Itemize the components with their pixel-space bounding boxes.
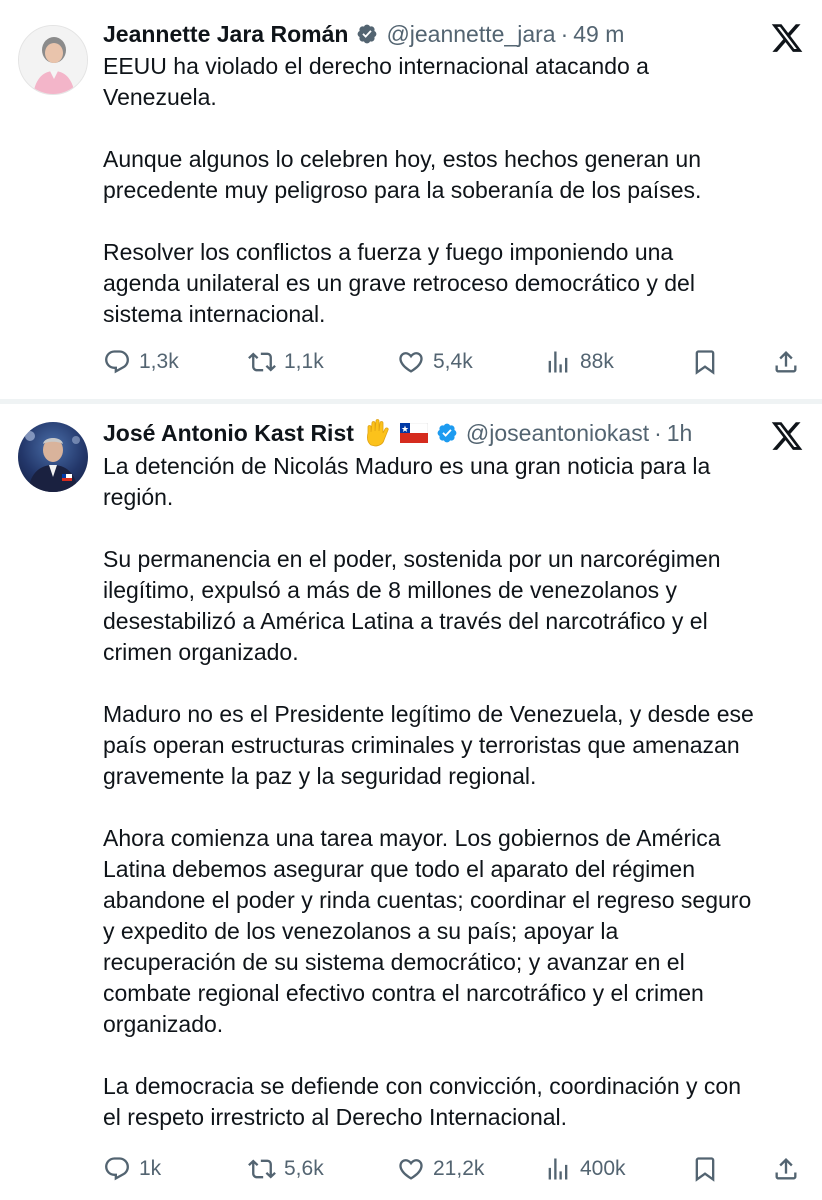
paragraph: La democracia se defiende con convicción… — [103, 1071, 803, 1133]
like-count: 21,2k — [433, 1157, 485, 1180]
tweet-jose-antonio-kast[interactable]: José Antonio Kast Rist @joseantoniokast … — [0, 403, 822, 1200]
text-line: Maduro no es el Presidente legítimo de V… — [103, 701, 754, 727]
text-line: Su permanencia en el poder, sostenida po… — [103, 546, 721, 572]
text-line: sistema internacional. — [103, 301, 326, 327]
x-logo-icon — [770, 419, 804, 453]
views-button[interactable]: 400k — [544, 1149, 626, 1189]
text-line: La detención de Nicolás Maduro es una gr… — [103, 453, 711, 479]
tweet-jeannette-jara[interactable]: Jeannette Jara Román @jeannette_jara · 4… — [0, 0, 822, 400]
text-line: gravemente la paz y la seguridad regiona… — [103, 763, 537, 789]
text-line: el respeto irrestricto al Derecho Intern… — [103, 1104, 568, 1130]
like-icon — [399, 1159, 423, 1180]
text-line: precedente muy peligroso para la soberan… — [103, 177, 702, 203]
repost-count: 1,1k — [284, 350, 324, 373]
repost-button[interactable]: 5,6k — [248, 1149, 324, 1189]
tweet-header: José Antonio Kast Rist @joseantoniokast … — [103, 416, 822, 450]
text-line: ilegítimo, expulsó a más de 8 millones d… — [103, 577, 678, 603]
timestamp[interactable]: 49 m — [573, 21, 624, 48]
chile-flag-emoji — [399, 423, 428, 443]
action-bar: 1k 5,6k 21,2k 400k — [103, 1149, 822, 1189]
text-line: región. — [103, 484, 174, 510]
bookmark-icon — [695, 1157, 715, 1182]
share-icon — [775, 1158, 797, 1180]
paragraph: Resolver los conflictos a fuerza y fuego… — [103, 237, 803, 330]
reply-button[interactable]: 1,3k — [103, 342, 179, 382]
text-line: Latina debemos asegurar que todo el apar… — [103, 856, 696, 882]
text-line: agenda unilateral es un grave retroceso … — [103, 270, 695, 296]
views-count: 400k — [580, 1157, 626, 1180]
text-line: y expedito de los venezolanos a su país;… — [103, 918, 619, 944]
separator-dot: · — [654, 419, 662, 446]
text-line: Aunque algunos lo celebren hoy, estos he… — [103, 146, 702, 172]
share-button[interactable] — [772, 342, 800, 382]
raised-hand-emoji — [362, 418, 392, 448]
repost-button[interactable]: 1,1k — [248, 342, 324, 382]
like-button[interactable]: 5,4k — [397, 342, 473, 382]
text-line: país operan estructuras criminales y ter… — [103, 732, 740, 758]
text-line: desestabilizó a América Latina a través … — [103, 608, 708, 634]
reply-count: 1,3k — [139, 350, 179, 373]
tweet-text: EEUU ha violado el derecho internacional… — [103, 51, 803, 330]
text-line: Venezuela. — [103, 84, 217, 110]
display-name[interactable]: Jeannette Jara Román — [103, 21, 348, 48]
reply-count: 1k — [139, 1157, 162, 1180]
handle[interactable]: @joseantoniokast — [466, 420, 649, 447]
like-count: 5,4k — [433, 350, 473, 373]
text-line: La democracia se defiende con convicción… — [103, 1073, 741, 1099]
handle[interactable]: @jeannette_jara — [386, 21, 555, 48]
text-line: crimen organizado. — [103, 639, 299, 665]
repost-count: 5,6k — [284, 1157, 324, 1180]
views-icon — [548, 1158, 568, 1180]
text-line: EEUU ha violado el derecho internacional… — [103, 53, 649, 79]
views-count: 88k — [580, 350, 614, 373]
share-button[interactable] — [772, 1149, 800, 1189]
like-icon — [399, 352, 423, 373]
paragraph: EEUU ha violado el derecho internacional… — [103, 51, 803, 113]
views-icon — [548, 351, 568, 373]
bookmark-button[interactable] — [691, 1149, 719, 1189]
separator-dot: · — [560, 20, 569, 47]
reply-icon — [105, 350, 129, 374]
text-line: recuperación de su sistema democrático; … — [103, 949, 685, 975]
text-line: organizado. — [103, 1011, 224, 1037]
like-button[interactable]: 21,2k — [397, 1149, 484, 1189]
reply-icon — [105, 1157, 129, 1181]
paragraph: Ahora comienza una tarea mayor. Los gobi… — [103, 823, 803, 1040]
timestamp[interactable]: 1h — [667, 420, 693, 447]
bookmark-button[interactable] — [691, 342, 719, 382]
bookmark-icon — [695, 350, 715, 375]
repost-icon — [248, 352, 276, 372]
text-line: abandone el poder y rinda cuentas; coord… — [103, 887, 752, 913]
tweet-header: Jeannette Jara Román @jeannette_jara · 4… — [103, 17, 822, 51]
action-bar: 1,3k 1,1k 5,4k 88k — [103, 342, 822, 382]
repost-icon — [248, 1159, 276, 1179]
text-line: Ahora comienza una tarea mayor. Los gobi… — [103, 825, 721, 851]
text-line: Resolver los conflictos a fuerza y fuego… — [103, 239, 674, 265]
paragraph: Aunque algunos lo celebren hoy, estos he… — [103, 144, 803, 206]
share-icon — [775, 351, 797, 373]
display-name[interactable]: José Antonio Kast Rist — [103, 420, 354, 447]
avatar[interactable] — [18, 422, 88, 492]
reply-button[interactable]: 1k — [103, 1149, 161, 1189]
verified-badge-icon — [436, 422, 458, 444]
tweet-text: La detención de Nicolás Maduro es una gr… — [103, 451, 803, 1133]
paragraph: Su permanencia en el poder, sostenida po… — [103, 544, 803, 668]
text-line: combate regional efectivo contra el narc… — [103, 980, 704, 1006]
avatar[interactable] — [18, 25, 88, 95]
x-logo-icon — [770, 21, 804, 55]
verified-badge-icon — [356, 23, 378, 45]
paragraph: La detención de Nicolás Maduro es una gr… — [103, 451, 803, 513]
paragraph: Maduro no es el Presidente legítimo de V… — [103, 699, 803, 792]
views-button[interactable]: 88k — [544, 342, 614, 382]
